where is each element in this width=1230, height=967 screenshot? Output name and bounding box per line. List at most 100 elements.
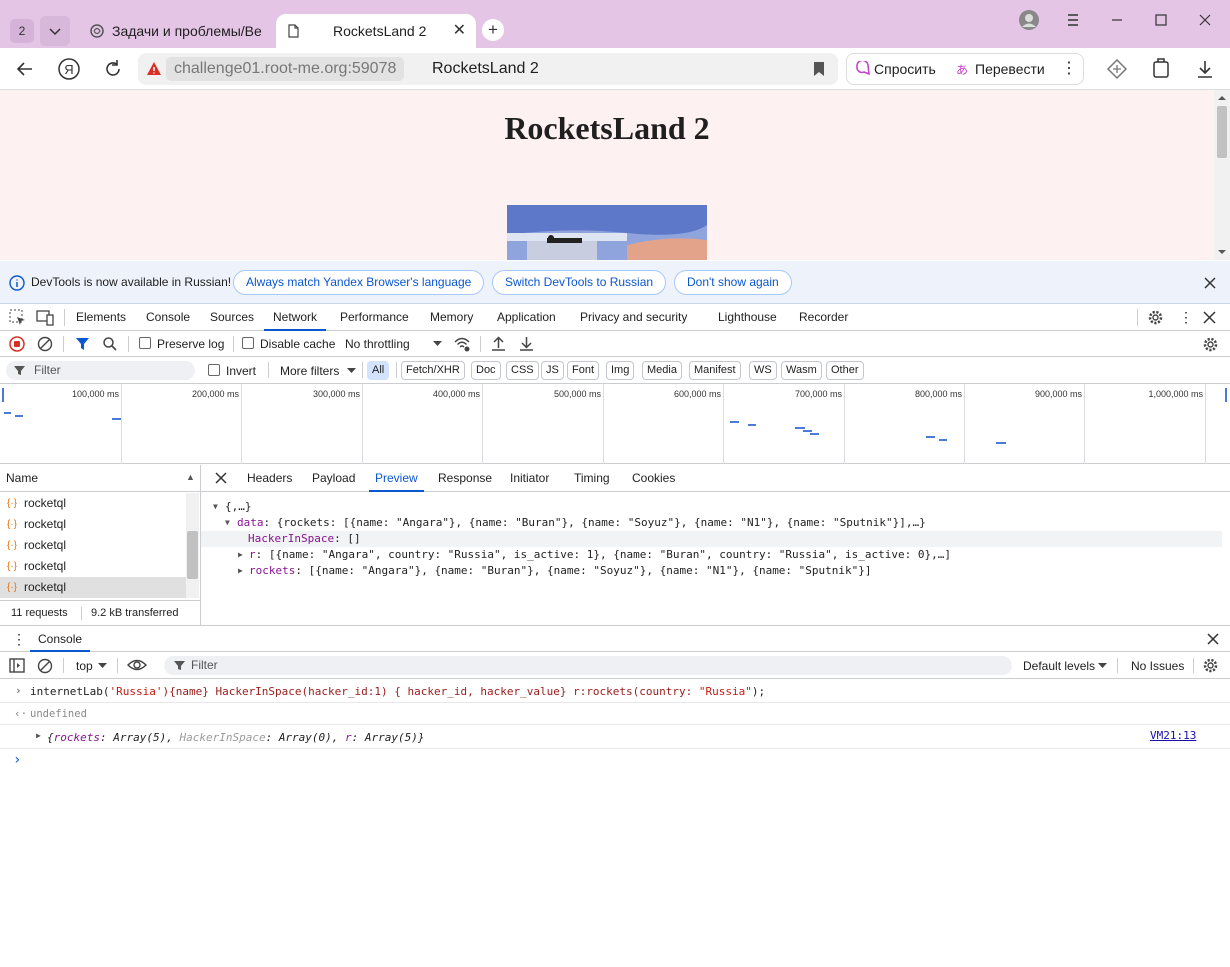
type-filter-css[interactable]: CSS: [506, 361, 539, 380]
export-har-icon[interactable]: [519, 336, 534, 352]
expanded-triangle-icon[interactable]: ▼: [213, 499, 218, 515]
collapsed-triangle-icon[interactable]: ▶: [238, 563, 243, 579]
preview-hacker-row[interactable]: HackerInSpace: []: [201, 531, 1222, 547]
log-levels-dropdown[interactable]: Default levels: [1023, 659, 1095, 673]
tab-headers[interactable]: Headers: [247, 465, 292, 492]
preview-data-row[interactable]: ▼ data: {rockets: [{name: "Angara"}, {na…: [201, 515, 1230, 531]
close-detail-icon[interactable]: [215, 472, 227, 484]
clear-console-icon[interactable]: [37, 658, 53, 674]
tab-privacy-security[interactable]: Privacy and security: [580, 304, 687, 331]
import-har-icon[interactable]: [491, 336, 506, 352]
bookmark-icon[interactable]: [812, 61, 826, 77]
reload-icon[interactable]: [101, 57, 125, 81]
preview-rockets-row[interactable]: ▶ rockets: [{name: "Angara"}, {name: "Bu…: [201, 563, 1230, 579]
type-filter-img[interactable]: Img: [606, 361, 635, 380]
drawer-menu-icon[interactable]: ⋮: [12, 631, 26, 647]
tab-initiator[interactable]: Initiator: [510, 465, 549, 492]
browser-tab-tasks[interactable]: Задачи и проблемы/Веб: [80, 14, 270, 48]
more-filters-dropdown[interactable]: More filters: [280, 364, 339, 378]
tab-network[interactable]: Network: [264, 304, 327, 331]
tab-memory[interactable]: Memory: [430, 304, 473, 331]
type-filter-manifest[interactable]: Manifest: [689, 361, 741, 380]
type-filter-ws[interactable]: WS: [749, 361, 777, 380]
back-icon[interactable]: [13, 57, 37, 81]
console-log-entry[interactable]: ▶ {rockets: Array(5), HackerInSpace: Arr…: [0, 725, 1230, 749]
collections-icon[interactable]: [1149, 57, 1173, 81]
live-expression-eye-icon[interactable]: [127, 658, 147, 672]
console-input-entry[interactable]: › internetLab('Russia'){name} HackerInSp…: [0, 680, 1230, 703]
throttling-select[interactable]: No throttling: [345, 337, 410, 351]
request-row[interactable]: {·} rocketql: [0, 514, 186, 535]
tab-performance[interactable]: Performance: [340, 304, 409, 331]
type-filter-font[interactable]: Font: [567, 361, 600, 380]
tab-preview[interactable]: Preview: [369, 465, 424, 492]
device-toolbar-icon[interactable]: [36, 309, 54, 326]
type-filter-doc[interactable]: Doc: [471, 361, 501, 380]
extension-icon[interactable]: [1105, 57, 1129, 81]
more-vert-icon[interactable]: ⋮: [1179, 309, 1193, 326]
type-filter-wasm[interactable]: Wasm: [781, 361, 822, 380]
address-bar[interactable]: challenge01.root-me.org:59078 RocketsLan…: [138, 53, 838, 85]
source-link[interactable]: VM21:13: [1150, 729, 1196, 742]
page-scrollbar[interactable]: [1214, 90, 1230, 260]
expanded-triangle-icon[interactable]: ▼: [225, 515, 230, 531]
tab-elements[interactable]: Elements: [76, 304, 126, 331]
network-conditions-icon[interactable]: [453, 335, 471, 353]
tab-sources[interactable]: Sources: [210, 304, 254, 331]
close-devtools-icon[interactable]: [1203, 311, 1216, 324]
translate-button[interactable]: Перевести: [975, 54, 1045, 84]
scrollbar-thumb[interactable]: [187, 531, 198, 579]
console-filter-input[interactable]: Filter: [164, 656, 1012, 675]
tab-console[interactable]: Console: [146, 304, 190, 331]
download-icon[interactable]: [1193, 57, 1217, 81]
url-host[interactable]: challenge01.root-me.org:59078: [166, 57, 405, 81]
preview-root-row[interactable]: ▼ {,…}: [201, 499, 1230, 515]
stop-recording-icon[interactable]: [9, 336, 25, 352]
search-icon[interactable]: [102, 336, 118, 352]
type-filter-other[interactable]: Other: [826, 361, 864, 380]
type-filter-js[interactable]: JS: [541, 361, 564, 380]
filter-input[interactable]: Filter: [6, 361, 195, 380]
tab-count-badge[interactable]: 2: [10, 19, 34, 43]
sidebar-toggle-icon[interactable]: [9, 658, 25, 673]
drawer-tab-console[interactable]: Console: [30, 626, 91, 652]
minimize-icon[interactable]: [1107, 10, 1127, 30]
yandex-logo-icon[interactable]: Я: [57, 57, 81, 81]
settings-gear-icon[interactable]: [1147, 309, 1164, 326]
always-match-language-button[interactable]: Always match Yandex Browser's language: [233, 270, 485, 295]
tab-timing[interactable]: Timing: [574, 465, 610, 492]
new-tab-button[interactable]: +: [482, 19, 504, 41]
not-secure-warning-icon[interactable]: [146, 61, 162, 77]
browser-tab-rocketsland[interactable]: RocketsLand 2 ✕: [276, 14, 476, 48]
tab-response[interactable]: Response: [438, 465, 492, 492]
type-filter-media[interactable]: Media: [642, 361, 682, 380]
preserve-log-checkbox[interactable]: [139, 337, 151, 349]
request-row[interactable]: {·} rocketql: [0, 535, 186, 556]
close-infobar-icon[interactable]: [1203, 276, 1217, 290]
close-drawer-icon[interactable]: [1207, 633, 1219, 645]
network-overview-timeline[interactable]: 100,000 ms 200,000 ms 300,000 ms 400,000…: [0, 384, 1230, 464]
more-vert-icon[interactable]: ⋮: [1061, 54, 1077, 84]
close-window-icon[interactable]: [1195, 10, 1215, 30]
range-handle-right[interactable]: [1225, 388, 1227, 402]
tab-cookies[interactable]: Cookies: [632, 465, 675, 492]
context-select[interactable]: top: [76, 659, 93, 673]
tab-list-button[interactable]: [40, 16, 70, 46]
console-settings-icon[interactable]: [1202, 657, 1219, 674]
menu-icon[interactable]: [1063, 10, 1083, 30]
range-handle-left[interactable]: [2, 388, 4, 402]
type-filter-all[interactable]: All: [367, 361, 390, 380]
tab-lighthouse[interactable]: Lighthouse: [718, 304, 777, 331]
request-row[interactable]: {·} rocketql: [0, 556, 186, 577]
disable-cache-checkbox[interactable]: [242, 337, 254, 349]
tab-payload[interactable]: Payload: [312, 465, 355, 492]
collapsed-triangle-icon[interactable]: ▶: [36, 731, 41, 740]
network-settings-icon[interactable]: [1202, 336, 1219, 353]
preview-r-row[interactable]: ▶ r: [{name: "Angara", country: "Russia"…: [201, 547, 1230, 563]
inspect-element-icon[interactable]: [9, 309, 26, 326]
clear-icon[interactable]: [37, 336, 53, 352]
filter-funnel-icon[interactable]: [75, 336, 90, 352]
switch-devtools-russian-button[interactable]: Switch DevTools to Russian: [492, 270, 667, 295]
profile-icon[interactable]: [1019, 10, 1039, 30]
type-filter-fetch-xhr[interactable]: Fetch/XHR: [401, 361, 465, 380]
